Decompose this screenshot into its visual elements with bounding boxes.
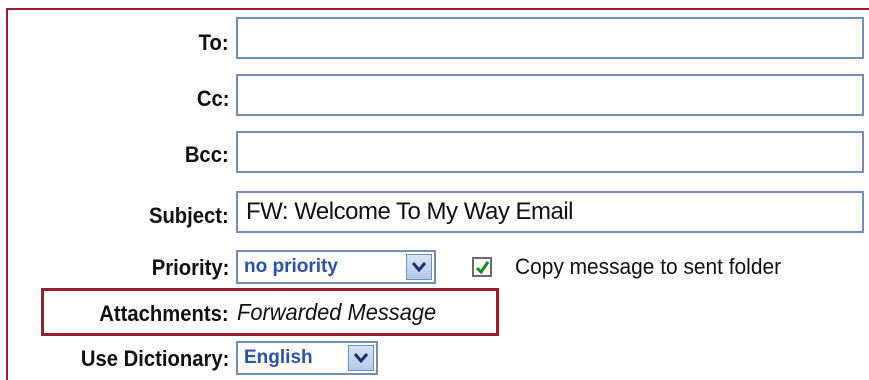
to-field-box[interactable] <box>236 17 864 59</box>
bcc-field-box[interactable] <box>236 131 864 173</box>
chevron-down-icon[interactable] <box>406 254 432 280</box>
checkmark-icon <box>475 261 490 275</box>
attachments-label: Attachments: <box>99 301 229 326</box>
dictionary-selected-value: English <box>244 347 313 368</box>
dictionary-select[interactable]: English <box>236 341 378 375</box>
copy-to-sent-label: Copy message to sent folder <box>515 254 782 279</box>
bcc-label: Bcc: <box>185 142 229 167</box>
dictionary-label: Use Dictionary: <box>80 346 229 371</box>
cc-field-box[interactable] <box>236 74 864 116</box>
priority-select[interactable]: no priority <box>236 250 436 284</box>
cc-input[interactable] <box>238 76 862 114</box>
priority-label: Priority: <box>151 255 229 280</box>
subject-input[interactable] <box>238 193 862 231</box>
subject-field-box[interactable] <box>236 191 864 233</box>
copy-to-sent-checkbox[interactable] <box>472 257 492 277</box>
attachments-value: Forwarded Message <box>237 299 437 325</box>
bcc-input[interactable] <box>238 133 862 171</box>
priority-selected-value: no priority <box>244 256 338 277</box>
cc-label: Cc: <box>196 86 229 111</box>
chevron-down-icon[interactable] <box>348 345 374 371</box>
to-input[interactable] <box>238 19 862 57</box>
to-label: To: <box>199 30 229 55</box>
subject-label: Subject: <box>149 203 229 228</box>
